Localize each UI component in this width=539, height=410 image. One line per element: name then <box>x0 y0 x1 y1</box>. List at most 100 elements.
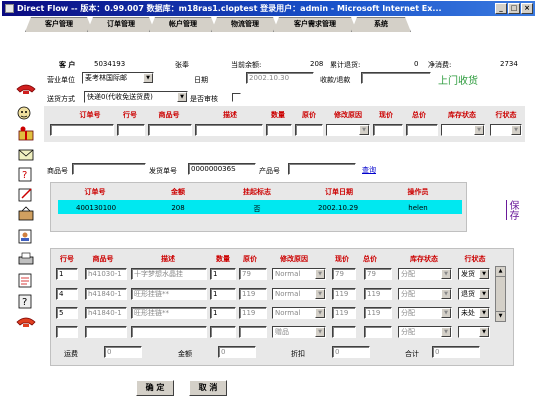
line-sku-2[interactable]: h41840-1 <box>85 288 127 300</box>
question-icon[interactable]: ? <box>12 292 40 310</box>
contacts-icon[interactable] <box>12 227 40 245</box>
print-icon[interactable] <box>12 250 40 268</box>
line-stock-3[interactable]: 分配 ▼ <box>398 307 452 319</box>
letter-icon[interactable] <box>12 145 40 163</box>
line-status-3[interactable]: 未处 ▼ <box>458 307 490 319</box>
line-qty-1[interactable]: 1 <box>210 268 236 280</box>
dropdown-arrow-icon[interactable]: ▼ <box>479 327 489 337</box>
line-desc-1[interactable]: 十字梦想水晶挂 <box>131 268 207 280</box>
line-stock-2[interactable]: 分配 ▼ <box>398 288 452 300</box>
sku-input[interactable] <box>148 124 192 136</box>
dropdown-arrow-icon[interactable]: ▼ <box>441 308 451 318</box>
reason-select[interactable]: ▼ <box>326 124 370 136</box>
ok-button[interactable]: 确 定 <box>136 380 174 396</box>
line-cur-2[interactable]: 119 <box>332 288 356 300</box>
line-price-1[interactable]: 79 <box>239 268 267 280</box>
save-link[interactable]: 保存 <box>505 200 520 220</box>
total-input[interactable] <box>406 124 438 136</box>
line-no-2[interactable]: 4 <box>56 288 78 300</box>
customer-search-icon[interactable] <box>12 104 40 122</box>
line-qty-4[interactable] <box>210 326 236 338</box>
dropdown-arrow-icon[interactable]: ▼ <box>441 269 451 279</box>
line-sku-3[interactable]: h41840-1 <box>85 307 127 319</box>
line-total-1[interactable]: 79 <box>364 268 392 280</box>
tab-orders[interactable]: 订单管理 <box>87 17 155 32</box>
tab-customer[interactable]: 客户管理 <box>25 17 93 32</box>
desc-input[interactable] <box>195 124 263 136</box>
report-icon[interactable] <box>12 271 40 289</box>
dropdown-arrow-icon[interactable]: ▼ <box>315 308 325 318</box>
line-status-2[interactable]: 退货 ▼ <box>458 288 490 300</box>
date-input[interactable]: 2002.10.30 <box>246 72 314 84</box>
line-no-input[interactable] <box>117 124 145 136</box>
status-select[interactable]: ▼ <box>490 124 522 136</box>
dropdown-arrow-icon[interactable]: ▼ <box>441 289 451 299</box>
product-input[interactable] <box>72 163 146 175</box>
tab-system[interactable]: 系统 <box>351 17 411 32</box>
business-unit-select[interactable]: 麦考林国际邮 ▼ <box>82 72 154 84</box>
line-cur-1[interactable]: 79 <box>332 268 356 280</box>
dropdown-arrow-icon[interactable]: ▼ <box>315 269 325 279</box>
line-price-3[interactable]: 119 <box>239 307 267 319</box>
amount-input[interactable]: 0 <box>218 346 256 358</box>
line-price-2[interactable]: 119 <box>239 288 267 300</box>
scroll-down-icon[interactable]: ▼ <box>496 311 505 321</box>
query-link[interactable]: 查询 <box>362 165 376 175</box>
pickup-link[interactable]: 上门收货 <box>438 72 478 87</box>
line-desc-2[interactable]: 旺形挂链** <box>131 288 207 300</box>
sum-input[interactable]: 0 <box>432 346 480 358</box>
line-reason-3[interactable]: Normal ▼ <box>272 307 326 319</box>
line-no-4[interactable] <box>56 326 78 338</box>
line-sku-4[interactable] <box>85 326 127 338</box>
cancel-button[interactable]: 取 消 <box>189 380 227 396</box>
product2-input[interactable] <box>288 163 356 175</box>
line-reason-1[interactable]: Normal ▼ <box>272 268 326 280</box>
stock-select[interactable]: ▼ <box>441 124 485 136</box>
line-desc-3[interactable]: 旺形挂链** <box>131 307 207 319</box>
line-stock-1[interactable]: 分配 ▼ <box>398 268 452 280</box>
line-qty-2[interactable]: 1 <box>210 288 236 300</box>
line-cur-3[interactable]: 119 <box>332 307 356 319</box>
gift-icon[interactable] <box>12 124 40 142</box>
line-no-3[interactable]: 5 <box>56 307 78 319</box>
line-cur-4[interactable] <box>332 326 356 338</box>
tab-logistics[interactable]: 物流管理 <box>211 17 279 32</box>
dropdown-arrow-icon[interactable]: ▼ <box>315 289 325 299</box>
edit-icon[interactable] <box>12 185 40 203</box>
freight-input[interactable]: 0 <box>104 346 142 358</box>
line-qty-3[interactable]: 1 <box>210 307 236 319</box>
line-status-1[interactable]: 发货 ▼ <box>458 268 490 280</box>
shipping-select[interactable]: 快递0(代收免送货费) ▼ <box>84 91 188 103</box>
qty-input[interactable] <box>266 124 292 136</box>
receipt-input[interactable] <box>361 72 431 84</box>
tools-icon[interactable] <box>12 205 40 223</box>
lines-scrollbar[interactable]: ▲ ▼ <box>495 266 506 322</box>
dropdown-arrow-icon[interactable]: ▼ <box>315 327 325 337</box>
dropdown-arrow-icon[interactable]: ▼ <box>479 269 489 279</box>
help-icon[interactable]: ? <box>12 165 40 183</box>
tab-accounts[interactable]: 帐户管理 <box>149 17 217 32</box>
line-total-4[interactable] <box>364 326 392 338</box>
line-sku-1[interactable]: h41030-1 <box>85 268 127 280</box>
discount-input[interactable]: 0 <box>332 346 370 358</box>
line-total-2[interactable]: 119 <box>364 288 392 300</box>
dropdown-arrow-icon[interactable]: ▼ <box>441 327 451 337</box>
close-button[interactable]: × <box>521 3 533 14</box>
line-reason-2[interactable]: Normal ▼ <box>272 288 326 300</box>
price-input[interactable] <box>295 124 323 136</box>
order-no-input[interactable] <box>50 124 114 136</box>
maximize-button[interactable]: □ <box>508 3 520 14</box>
minimize-button[interactable]: _ <box>495 3 507 14</box>
audit-checkbox[interactable] <box>232 93 241 102</box>
tab-demand[interactable]: 客户需求管理 <box>273 17 357 32</box>
phone-icon-2[interactable] <box>12 312 40 330</box>
line-reason-4[interactable]: 赠品 ▼ <box>272 326 326 338</box>
phone-icon[interactable] <box>12 79 40 97</box>
ship-no-input[interactable]: 000000036S <box>188 163 256 175</box>
line-desc-4[interactable] <box>131 326 207 338</box>
line-status-4[interactable]: ▼ <box>458 326 490 338</box>
cur-price-input[interactable] <box>373 124 403 136</box>
dropdown-arrow-icon[interactable]: ▼ <box>479 308 489 318</box>
line-price-4[interactable] <box>239 326 267 338</box>
line-no-1[interactable]: 1 <box>56 268 78 280</box>
